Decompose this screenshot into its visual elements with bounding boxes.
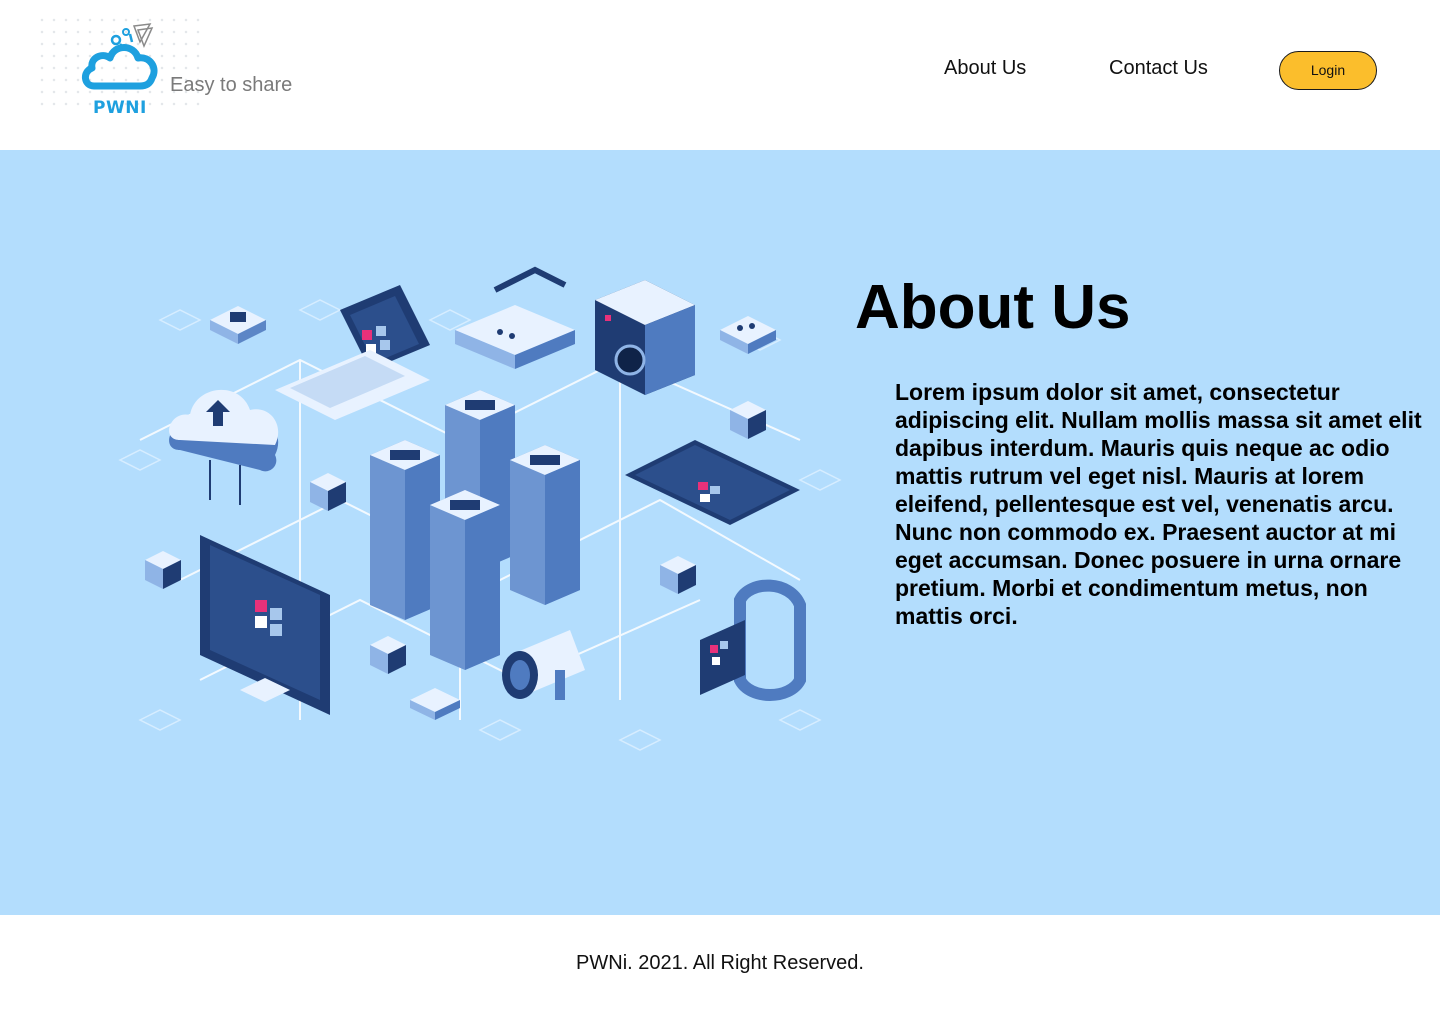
about-us-description: Lorem ipsum dolor sit amet, consectetur … <box>895 379 1422 629</box>
about-us-heading: About Us <box>855 273 1131 342</box>
tagline: Easy to share <box>170 74 293 96</box>
isometric-network-illustration <box>118 266 842 751</box>
about-hero-section: About Us Lorem ipsum dolor sit amet, con… <box>0 150 1440 915</box>
copyright-text: PWNi. 2021. All Right Reserved. <box>576 952 864 974</box>
login-button[interactable]: Login <box>1279 51 1377 90</box>
logo-wordmark: PWNI <box>93 98 147 118</box>
nav-about-us-link[interactable]: About Us <box>944 57 1026 80</box>
site-header: PWNI Easy to share About Us Contact Us L… <box>0 0 1440 150</box>
site-footer: PWNi. 2021. All Right Reserved. <box>0 915 1440 1024</box>
nav-contact-us-link[interactable]: Contact Us <box>1109 57 1208 80</box>
cloud-logo-icon[interactable] <box>80 20 160 100</box>
